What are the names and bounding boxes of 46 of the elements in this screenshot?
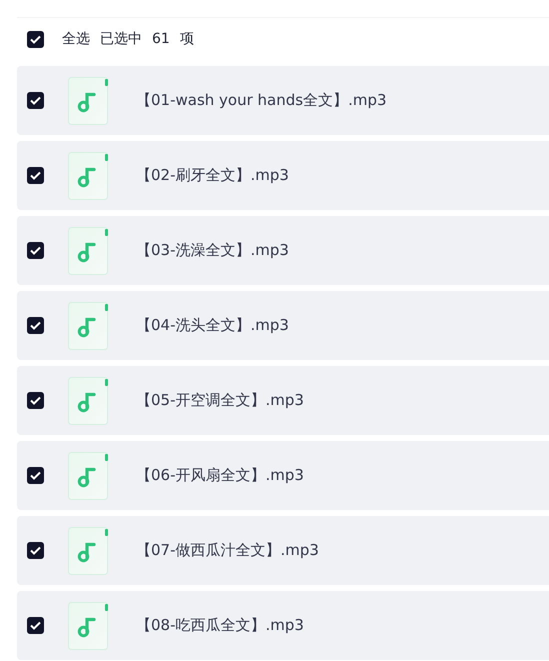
file-row[interactable]: 【05-开空调全文】.mp3 — [17, 366, 549, 435]
checkmark-icon — [30, 321, 41, 330]
file-row[interactable]: 【06-开风扇全文】.mp3 — [17, 441, 549, 510]
file-row[interactable]: 【08-吃西瓜全文】.mp3 — [17, 591, 549, 660]
checkbox[interactable] — [27, 317, 44, 334]
file-row[interactable]: 【02-刷牙全文】.mp3 — [17, 141, 549, 210]
checkbox[interactable] — [27, 617, 44, 634]
file-row[interactable]: 【01-wash your hands全文】.mp3 — [17, 66, 549, 135]
checkmark-icon — [30, 96, 41, 105]
select-all-label: 全选 — [62, 30, 90, 48]
count-unit: 项 — [180, 30, 194, 48]
file-name: 【06-开风扇全文】.mp3 — [136, 466, 304, 485]
file-row[interactable]: 【07-做西瓜汁全文】.mp3 — [17, 516, 549, 585]
file-name: 【07-做西瓜汁全文】.mp3 — [136, 541, 319, 560]
audio-file-icon — [68, 302, 109, 350]
file-name: 【05-开空调全文】.mp3 — [136, 391, 304, 410]
audio-file-icon — [68, 76, 109, 124]
checkmark-icon — [30, 471, 41, 480]
audio-file-icon — [68, 602, 109, 650]
checkbox[interactable] — [27, 392, 44, 409]
audio-file-icon — [68, 452, 109, 500]
file-name: 【01-wash your hands全文】.mp3 — [136, 91, 387, 110]
file-name: 【02-刷牙全文】.mp3 — [136, 166, 289, 185]
audio-file-icon — [68, 152, 109, 200]
checkmark-icon — [30, 171, 41, 180]
selected-count: 61 — [152, 31, 170, 47]
file-name: 【08-吃西瓜全文】.mp3 — [136, 616, 304, 635]
audio-file-icon — [68, 376, 109, 424]
checkmark-icon — [30, 246, 41, 255]
audio-file-icon — [68, 226, 109, 274]
checkbox[interactable] — [27, 542, 44, 559]
checkbox[interactable] — [27, 467, 44, 484]
checkmark-icon — [30, 396, 41, 405]
file-row[interactable]: 【03-洗澡全文】.mp3 — [17, 216, 549, 285]
file-name: 【04-洗头全文】.mp3 — [136, 316, 289, 335]
checkmark-icon — [30, 34, 41, 44]
selected-label: 已选中 — [100, 30, 142, 48]
checkbox[interactable] — [27, 92, 44, 109]
file-name: 【03-洗澡全文】.mp3 — [136, 241, 289, 260]
checkbox[interactable] — [27, 167, 44, 184]
checkmark-icon — [30, 546, 41, 555]
checkmark-icon — [30, 621, 41, 630]
file-row[interactable]: 【04-洗头全文】.mp3 — [17, 291, 549, 360]
checkbox[interactable] — [27, 242, 44, 259]
checkbox[interactable] — [27, 30, 44, 48]
audio-file-icon — [68, 526, 109, 574]
